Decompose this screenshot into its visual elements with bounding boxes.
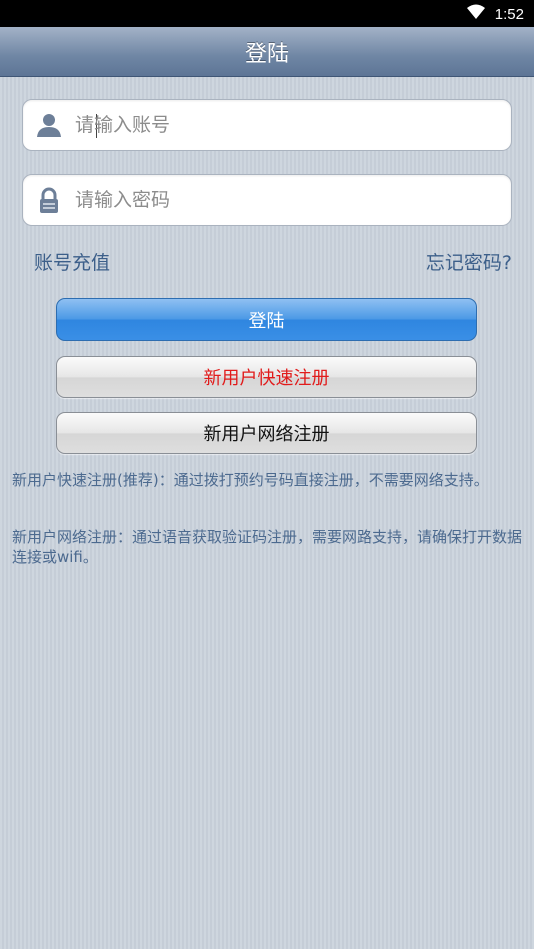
login-button[interactable]: 登陆 — [56, 298, 477, 341]
forgot-password-link[interactable]: 忘记密码? — [426, 248, 512, 275]
lock-icon — [35, 186, 63, 214]
account-input[interactable] — [75, 110, 495, 140]
account-field[interactable] — [22, 99, 512, 151]
network-register-button[interactable]: 新用户网络注册 — [56, 412, 477, 454]
page-title: 登陆 — [244, 41, 289, 67]
quick-register-button[interactable]: 新用户快速注册 — [56, 356, 477, 398]
user-icon — [35, 111, 63, 139]
status-bar: 1:52 — [0, 0, 534, 27]
password-field[interactable] — [22, 174, 512, 226]
network-register-description: 新用户网络注册：通过语音获取验证码注册，需要网路支持，请确保打开数据连接或wif… — [12, 528, 523, 566]
password-input[interactable] — [75, 185, 495, 215]
status-time: 1:52 — [494, 5, 524, 23]
title-bar: 登陆 — [0, 27, 534, 77]
recharge-link[interactable]: 账号充值 — [34, 248, 110, 275]
quick-register-description: 新用户快速注册(推荐)：通过拨打预约号码直接注册，不需要网络支持。 — [12, 471, 489, 489]
wifi-icon — [466, 4, 485, 24]
